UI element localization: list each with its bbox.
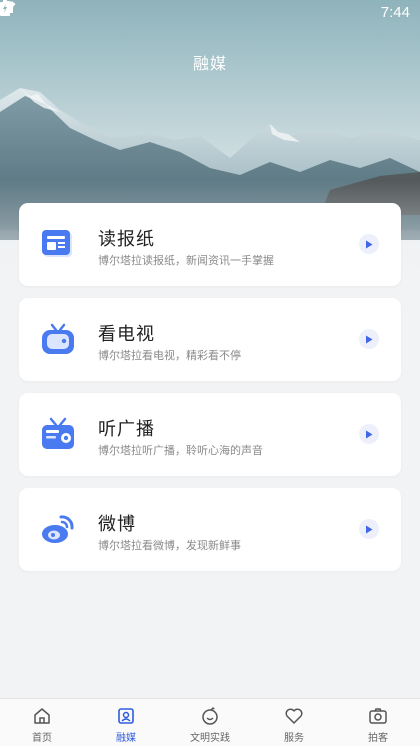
- home-icon: [34, 708, 50, 724]
- tab-label: 文明实践: [190, 733, 230, 744]
- tab-civilization-practice[interactable]: 文明实践: [168, 699, 252, 746]
- card-title: 看电视: [98, 324, 155, 345]
- bottom-tab-bar: 首页 融媒 文明实践 服务 拍客: [0, 698, 420, 746]
- tab-service[interactable]: 服务: [252, 699, 336, 746]
- newspaper-icon: [42, 230, 72, 257]
- battery-icon: [0, 0, 10, 16]
- card-watch-tv[interactable]: 看电视 博尔塔拉看电视，精彩看不停: [19, 298, 401, 381]
- weibo-icon: [42, 515, 74, 543]
- page-title: 融媒: [192, 54, 227, 73]
- heart-service-icon: [285, 708, 303, 724]
- card-weibo[interactable]: 微博 博尔塔拉看微博，发现新鲜事: [19, 488, 401, 571]
- camera-icon: [369, 708, 387, 724]
- card-title: 读报纸: [98, 229, 155, 250]
- play-arrow-icon[interactable]: [359, 519, 379, 539]
- media-icon: [118, 708, 134, 724]
- card-listen-radio[interactable]: 听广播 博尔塔拉听广播，聆听心海的声音: [19, 393, 401, 476]
- card-description: 博尔塔拉读报纸，新闻资讯一手掌握: [98, 254, 274, 267]
- radio-icon: [42, 417, 74, 449]
- status-time: 7:44: [380, 3, 410, 21]
- tab-photographer[interactable]: 拍客: [336, 699, 420, 746]
- media-card-list: 读报纸 博尔塔拉读报纸，新闻资讯一手掌握 看电视 博尔塔拉看电视，精彩看不停 听: [19, 203, 401, 583]
- tab-label: 服务: [284, 733, 304, 744]
- card-description: 博尔塔拉看微博，发现新鲜事: [98, 539, 241, 552]
- card-title: 听广播: [98, 419, 155, 440]
- civilization-icon: [202, 707, 218, 725]
- tab-label: 首页: [32, 733, 52, 744]
- card-description: 博尔塔拉听广播，聆听心海的声音: [98, 444, 263, 457]
- tab-label: 融媒: [116, 733, 136, 744]
- card-read-newspaper[interactable]: 读报纸 博尔塔拉读报纸，新闻资讯一手掌握: [19, 203, 401, 286]
- tv-icon: [42, 323, 74, 354]
- play-arrow-icon[interactable]: [359, 234, 379, 254]
- play-arrow-icon[interactable]: [359, 424, 379, 444]
- card-description: 博尔塔拉看电视，精彩看不停: [98, 349, 241, 362]
- play-arrow-icon[interactable]: [359, 329, 379, 349]
- tab-media[interactable]: 融媒: [84, 699, 168, 746]
- tab-home[interactable]: 首页: [0, 699, 84, 746]
- tab-label: 拍客: [368, 733, 388, 744]
- card-title: 微博: [98, 514, 136, 535]
- status-bar: 7:44: [0, 0, 420, 24]
